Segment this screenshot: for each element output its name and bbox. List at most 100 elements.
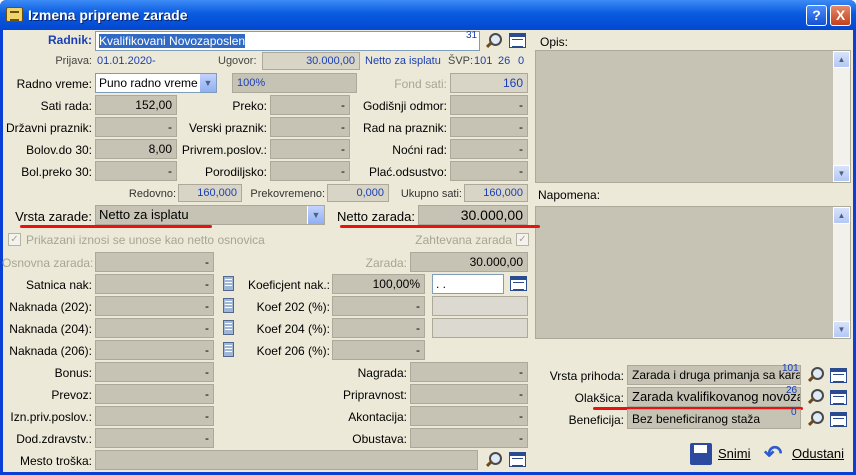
chevron-down-icon[interactable]: ▼ <box>199 74 216 92</box>
zarada-label: Zarada: <box>365 256 407 270</box>
scroll-down-icon[interactable]: ▼ <box>833 321 850 338</box>
koef-204-extra <box>432 318 528 338</box>
osnovna-zarada-value[interactable]: - <box>95 252 214 272</box>
nocni-rad-value[interactable]: - <box>450 139 528 159</box>
radnik-code: 31 <box>466 30 478 41</box>
porodiljsko-label: Porodiljsko: <box>204 165 267 179</box>
verski-praznik-value[interactable]: - <box>270 117 350 137</box>
vrsta-zarade-select[interactable]: Netto za isplatu ▼ <box>95 205 325 225</box>
bolov-do-30-label: Bolov.do 30: <box>26 143 92 157</box>
zahtevana-checkbox[interactable]: ✓ <box>516 233 529 246</box>
preko-value[interactable]: - <box>270 95 350 115</box>
obustava-value[interactable]: - <box>410 428 528 448</box>
chevron-down-icon[interactable]: ▼ <box>307 206 324 224</box>
privrem-poslov-value[interactable]: - <box>270 139 350 159</box>
beneficija-code: 0 <box>791 407 797 418</box>
search-mesto-troska-icon[interactable] <box>484 451 502 469</box>
nagrada-label: Nagrada: <box>357 366 407 380</box>
odustani-button[interactable]: ↶ Odustani <box>764 439 852 469</box>
prijava-label: Prijava: <box>55 55 92 67</box>
beneficija-value[interactable]: Bez beneficiranog staža <box>627 409 801 429</box>
list-beneficija-icon[interactable] <box>830 412 847 427</box>
godisnji-odmor-label: Godišnji odmor: <box>362 99 447 113</box>
naknada-206-label: Naknada (206): <box>9 344 92 358</box>
bonus-label: Bonus: <box>54 366 92 380</box>
list-mesto-troska-icon[interactable] <box>509 452 526 467</box>
koef-204-value[interactable]: - <box>332 318 425 338</box>
satnica-value[interactable]: - <box>95 274 214 294</box>
sati-rada-value[interactable]: 152,00 <box>95 95 177 115</box>
list-olaksica-icon[interactable] <box>830 390 847 405</box>
prikazani-checkbox[interactable]: ✓ <box>8 233 21 246</box>
zahtevana-label: Zahtevana zarada <box>415 233 512 247</box>
nagrada-value[interactable]: - <box>410 362 528 382</box>
list-radnik-icon[interactable] <box>509 33 526 48</box>
svp-v1: 101 <box>474 55 493 67</box>
obustava-label: Obustava: <box>352 432 407 446</box>
mesto-troska-input[interactable] <box>95 450 478 470</box>
napomena-scrollbar[interactable]: ▲ ▼ <box>833 207 850 338</box>
rad-na-praznik-value[interactable]: - <box>450 117 528 137</box>
plac-odsustvo-label: Plać.odsustvo: <box>368 165 447 179</box>
redovno-label: Redovno: <box>128 188 176 200</box>
floppy-disk-icon <box>690 443 712 465</box>
olaksica-value[interactable]: Zarada kvalifikovanog novozapo <box>627 387 801 407</box>
search-vrsta-prihoda-icon[interactable] <box>806 366 824 384</box>
naknada-204-value[interactable]: - <box>95 318 214 338</box>
naknada-202-label: Naknada (202): <box>9 300 92 314</box>
porodiljsko-value[interactable]: - <box>270 161 350 181</box>
prevoz-value[interactable]: - <box>95 384 214 404</box>
search-radnik-icon[interactable] <box>484 32 502 50</box>
highlight-underline-netto-zarada <box>340 225 540 228</box>
odustani-label: Odustani <box>792 446 845 461</box>
izn-priv-poslov-label: Izn.priv.poslov.: <box>10 410 92 424</box>
calendar-icon[interactable] <box>510 276 527 291</box>
preko-label: Preko: <box>232 99 267 113</box>
opis-memo[interactable]: ▲ ▼ <box>535 50 851 183</box>
plac-odsustvo-value[interactable]: - <box>450 161 528 181</box>
bol-preko-30-value[interactable]: - <box>95 161 177 181</box>
izn-priv-poslov-value[interactable]: - <box>95 406 214 426</box>
rad-na-praznik-label: Rad na praznik: <box>362 121 447 135</box>
radnik-value: Kvalifikovani Novozaposlen <box>99 34 246 48</box>
scroll-up-icon[interactable]: ▲ <box>833 207 850 224</box>
mesto-troska-label: Mesto troška: <box>19 454 92 468</box>
akontacija-value[interactable]: - <box>410 406 528 426</box>
radno-vreme-select[interactable]: Puno radno vreme ▼ <box>95 73 217 93</box>
calculator-icon[interactable] <box>223 276 234 291</box>
scroll-up-icon[interactable]: ▲ <box>833 51 850 68</box>
snimi-button[interactable]: Snimi <box>690 439 756 469</box>
snimi-label: Snimi <box>718 446 751 461</box>
napomena-label: Napomena: <box>538 188 601 202</box>
verski-praznik-label: Verski praznik: <box>188 121 267 135</box>
dod-zdravstv-value[interactable]: - <box>95 428 214 448</box>
naknada-206-value[interactable]: - <box>95 340 214 360</box>
netto-zarada-value[interactable]: 30.000,00 <box>418 205 528 225</box>
napomena-memo[interactable]: ▲ ▼ <box>535 206 851 339</box>
opis-scrollbar[interactable]: ▲ ▼ <box>833 51 850 182</box>
koef-nak-value[interactable]: 100,00% <box>332 274 425 294</box>
bolov-do-30-value[interactable]: 8,00 <box>95 139 177 159</box>
search-beneficija-icon[interactable] <box>806 410 824 428</box>
radnik-input[interactable]: Kvalifikovani Novozaposlen <box>95 31 480 51</box>
pripravnost-value[interactable]: - <box>410 384 528 404</box>
calculator-icon[interactable] <box>223 298 234 313</box>
godisnji-odmor-value[interactable]: - <box>450 95 528 115</box>
vrsta-prihoda-value[interactable]: Zarada i druga primanja sa kara <box>627 365 801 385</box>
koef-nak-date[interactable]: . . <box>432 274 504 294</box>
calculator-icon[interactable] <box>223 320 234 335</box>
naknada-202-value[interactable]: - <box>95 296 214 316</box>
koef-206-value[interactable]: - <box>332 340 425 360</box>
koef-204-label: Koef 204 (%): <box>256 322 330 336</box>
search-olaksica-icon[interactable] <box>806 388 824 406</box>
bonus-value[interactable]: - <box>95 362 214 382</box>
opis-label: Opis: <box>540 35 569 49</box>
calculator-icon[interactable] <box>223 342 234 357</box>
drzavni-praznik-value[interactable]: - <box>95 117 177 137</box>
scroll-down-icon[interactable]: ▼ <box>833 165 850 182</box>
list-vrsta-prihoda-icon[interactable] <box>830 368 847 383</box>
svp-label: ŠVP: <box>448 55 474 67</box>
redovno-value: 160,000 <box>178 184 242 202</box>
vrsta-zarade-value: Netto za isplatu <box>99 207 189 222</box>
koef-202-value[interactable]: - <box>332 296 425 316</box>
